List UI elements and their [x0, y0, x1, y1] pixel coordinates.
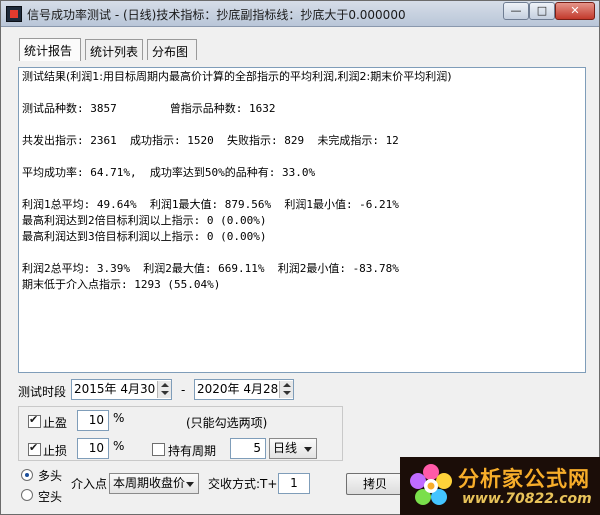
stop-loss-checkbox[interactable] [28, 441, 41, 456]
start-date-spinner[interactable] [157, 381, 171, 398]
hold-period-input[interactable]: 5 [230, 438, 266, 459]
hold-period-label: 持有周期 [168, 444, 217, 458]
hold-period-unit-value: 日线 [273, 441, 298, 455]
take-profit-label: 止盈 [43, 416, 68, 430]
stop-loss-unit: % [113, 439, 125, 453]
report-text-area[interactable]: 测试结果(利润1:用目标周期内最高价计算的全部指示的平均利润,利润2:期末价平均… [18, 67, 586, 373]
end-date-value: 2020年 4月28日 [197, 382, 291, 396]
hold-period-checkbox[interactable] [152, 443, 165, 456]
end-date-spinner[interactable] [279, 381, 293, 398]
report-line: 期末低于介入点指示: 1293 (55.04%) [22, 278, 221, 291]
long-label: 多头 [38, 469, 63, 483]
end-date-picker[interactable]: 2020年 4月28日 [194, 379, 294, 400]
report-line: 测试品种数: 3857 曾指示品种数: 1632 [22, 102, 276, 115]
entry-label: 介入点 [71, 477, 108, 491]
copy-button[interactable]: 拷贝 [346, 473, 404, 495]
tab-distribution[interactable]: 分布图 [147, 39, 197, 60]
report-line: 最高利润达到2倍目标利润以上指示: 0 (0.00%) [22, 214, 267, 227]
stop-loss-label: 止损 [43, 444, 68, 458]
short-label: 空头 [38, 490, 63, 504]
hold-period-unit-select[interactable]: 日线 [269, 438, 317, 459]
report-line: 共发出指示: 2361 成功指示: 1520 失败指示: 829 未完成指示: … [22, 134, 399, 147]
take-profit-checkbox[interactable] [28, 413, 41, 428]
entry-select-value: 本周期收盘价 [113, 476, 186, 490]
period-label: 测试时段 [18, 385, 67, 399]
report-line [22, 85, 582, 101]
watermark: 分析家公式网 www.70822.com [400, 457, 600, 515]
report-line [22, 181, 582, 197]
title-bar: 信号成功率测试 - (日线)技术指标：抄底副指标线：抄底大于0.000000 —… [1, 1, 599, 27]
report-line: 测试结果(利润1:用目标周期内最高价计算的全部指示的平均利润,利润2:期末价平均… [22, 70, 452, 83]
flower-logo-icon [410, 464, 452, 505]
stop-loss-input[interactable]: 10 [77, 438, 109, 459]
trade-method-label: 交收方式:T+ [208, 477, 278, 491]
watermark-url: www.70822.com [462, 491, 592, 507]
close-button[interactable]: ✕ [555, 2, 595, 20]
take-profit-unit: % [113, 411, 125, 425]
start-date-value: 2015年 4月30日 [74, 382, 168, 396]
window-title: 信号成功率测试 - (日线)技术指标：抄底副指标线：抄底大于0.000000 [27, 8, 406, 22]
watermark-name: 分析家公式网 [458, 467, 590, 491]
report-line [22, 149, 582, 165]
take-profit-input[interactable]: 10 [77, 410, 109, 431]
report-line [22, 117, 582, 133]
entry-select[interactable]: 本周期收盘价 [109, 473, 199, 494]
maximize-button[interactable]: □ [529, 2, 555, 20]
start-date-picker[interactable]: 2015年 4月30日 [71, 379, 172, 400]
report-line: 利润1总平均: 49.64% 利润1最大值: 879.56% 利润1最小值: -… [22, 198, 399, 211]
report-line: 利润2总平均: 3.39% 利润2最大值: 669.11% 利润2最小值: -8… [22, 262, 399, 275]
tab-list[interactable]: 统计列表 [85, 39, 143, 60]
chevron-down-icon [304, 447, 312, 452]
chevron-down-icon [186, 482, 194, 487]
report-line: 平均成功率: 64.71%, 成功率达到50%的品种有: 33.0% [22, 166, 316, 179]
trade-method-input[interactable]: 1 [278, 473, 310, 494]
minimize-button[interactable]: — [503, 2, 529, 20]
long-radio[interactable] [21, 469, 33, 481]
date-separator: - [181, 383, 186, 397]
short-radio[interactable] [21, 489, 33, 501]
main-window: 信号成功率测试 - (日线)技术指标：抄底副指标线：抄底大于0.000000 —… [0, 0, 600, 515]
selection-hint: (只能勾选两项) [186, 416, 268, 430]
report-line: 最高利润达到3倍目标利润以上指示: 0 (0.00%) [22, 230, 267, 243]
report-line [22, 245, 582, 261]
app-icon [6, 6, 22, 22]
tab-report[interactable]: 统计报告 [19, 38, 81, 61]
